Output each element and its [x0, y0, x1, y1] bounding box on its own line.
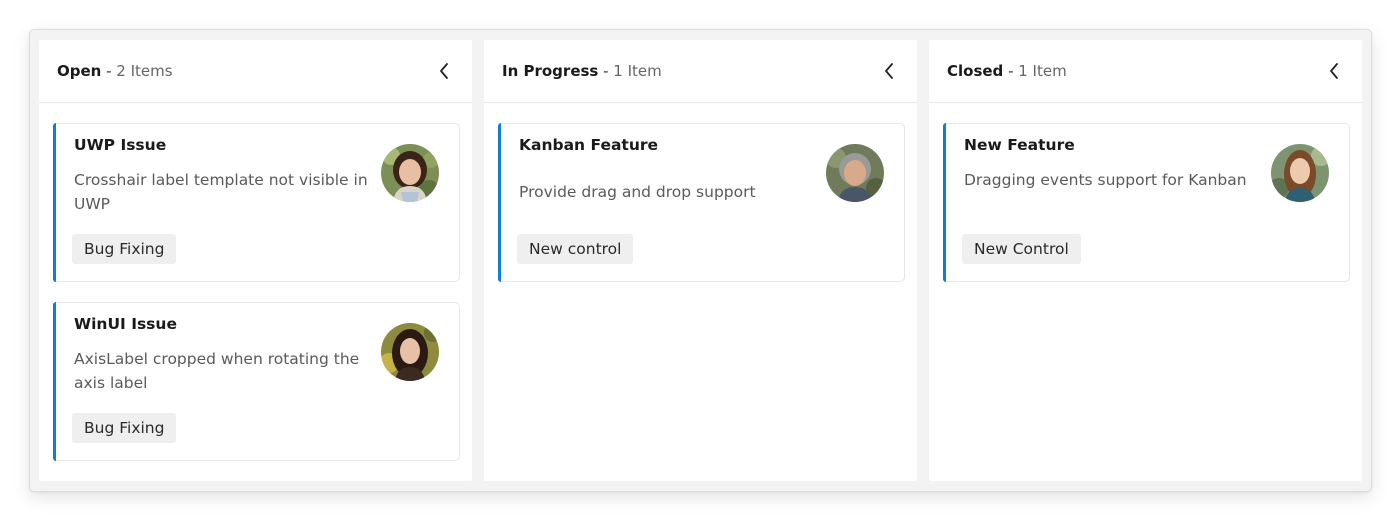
chevron-left-icon: [1330, 63, 1338, 79]
column-header: Open - 2 Items: [39, 40, 472, 103]
card-title: WinUI Issue: [74, 315, 177, 333]
woman-gray-hair-avatar: [826, 144, 884, 202]
card-tag: New Control: [962, 234, 1081, 264]
card-tag: New control: [517, 234, 634, 264]
collapse-column-button[interactable]: [1322, 57, 1346, 85]
column-name: In Progress: [502, 62, 599, 80]
column-item-count: 2 Items: [116, 62, 173, 80]
card-title: UWP Issue: [74, 136, 167, 154]
column-open: Open - 2 Items UWP Issue Crosshair label…: [39, 40, 472, 481]
kanban-card[interactable]: Kanban Feature Provide drag and drop sup…: [498, 123, 905, 282]
column-separator: -: [101, 62, 117, 80]
column-item-count: 1 Item: [1018, 62, 1067, 80]
kanban-card[interactable]: WinUI Issue AxisLabel cropped when rotat…: [53, 302, 460, 461]
column-item-count: 1 Item: [613, 62, 662, 80]
card-description: AxisLabel cropped when rotating the axis…: [74, 350, 360, 392]
column-header: In Progress - 1 Item: [484, 40, 917, 103]
chevron-left-icon: [885, 63, 893, 79]
woman-dark-hair-avatar: [381, 323, 439, 381]
card-description: Crosshair label template not visible in …: [74, 171, 368, 213]
column-title: Closed - 1 Item: [947, 61, 1067, 81]
collapse-column-button[interactable]: [432, 57, 456, 85]
column-in-progress: In Progress - 1 Item Kanban Feature Prov…: [484, 40, 917, 481]
card-tag: Bug Fixing: [72, 234, 177, 264]
column-separator: -: [1003, 62, 1019, 80]
card-tag: Bug Fixing: [72, 413, 177, 443]
column-title: Open - 2 Items: [57, 61, 173, 81]
column-closed: Closed - 1 Item New Feature Dragging eve…: [929, 40, 1362, 481]
chevron-left-icon: [440, 63, 448, 79]
woman-smiling-avatar: [381, 144, 439, 202]
kanban-card[interactable]: New Feature Dragging events support for …: [943, 123, 1350, 282]
woman-long-hair-avatar: [1271, 144, 1329, 202]
kanban-board: Open - 2 Items UWP Issue Crosshair label…: [29, 29, 1372, 492]
collapse-column-button[interactable]: [877, 57, 901, 85]
column-separator: -: [598, 62, 614, 80]
kanban-card[interactable]: UWP Issue Crosshair label template not v…: [53, 123, 460, 282]
card-description: Dragging events support for Kanban: [964, 171, 1247, 189]
card-title: Kanban Feature: [519, 136, 659, 154]
column-title: In Progress - 1 Item: [502, 61, 662, 81]
card-title: New Feature: [964, 136, 1075, 154]
column-name: Closed: [947, 62, 1004, 80]
card-description: Provide drag and drop support: [519, 183, 756, 201]
column-header: Closed - 1 Item: [929, 40, 1362, 103]
column-name: Open: [57, 62, 102, 80]
